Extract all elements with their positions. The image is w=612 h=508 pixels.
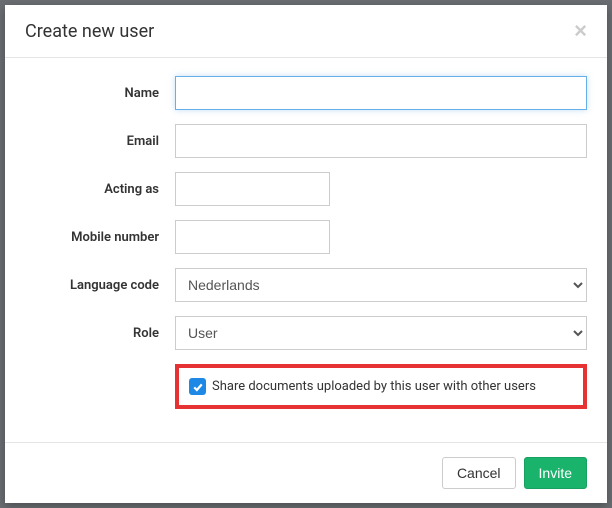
mobile-number-label: Mobile number [25,230,175,245]
mobile-number-input[interactable] [175,220,330,254]
share-docs-checkbox-wrap[interactable]: Share documents uploaded by this user wi… [189,378,536,395]
share-docs-highlight: Share documents uploaded by this user wi… [175,364,587,409]
language-code-select[interactable]: Nederlands [175,268,587,302]
acting-as-input[interactable] [175,172,330,206]
row-role: Role User [25,316,587,350]
row-language-code: Language code Nederlands [25,268,587,302]
modal-header: Create new user × [5,5,607,58]
email-label: Email [25,134,175,149]
close-button[interactable]: × [574,20,587,42]
share-docs-label: Share documents uploaded by this user wi… [212,379,536,394]
row-mobile-number: Mobile number [25,220,587,254]
row-acting-as: Acting as [25,172,587,206]
row-email: Email [25,124,587,158]
role-select[interactable]: User [175,316,587,350]
language-code-label: Language code [25,278,175,293]
row-name: Name [25,76,587,110]
role-label: Role [25,326,175,341]
name-input[interactable] [175,76,587,110]
email-input[interactable] [175,124,587,158]
modal-body: Name Email Acting as Mobile number Langu [5,58,607,442]
share-docs-checkbox[interactable] [189,378,206,395]
modal-footer: Cancel Invite [5,442,607,503]
invite-button[interactable]: Invite [524,457,587,489]
create-user-modal: Create new user × Name Email Acting as M… [5,5,607,503]
modal-title: Create new user [25,21,154,42]
name-label: Name [25,86,175,101]
cancel-button[interactable]: Cancel [442,457,516,489]
acting-as-label: Acting as [25,182,175,197]
check-icon [192,381,204,393]
